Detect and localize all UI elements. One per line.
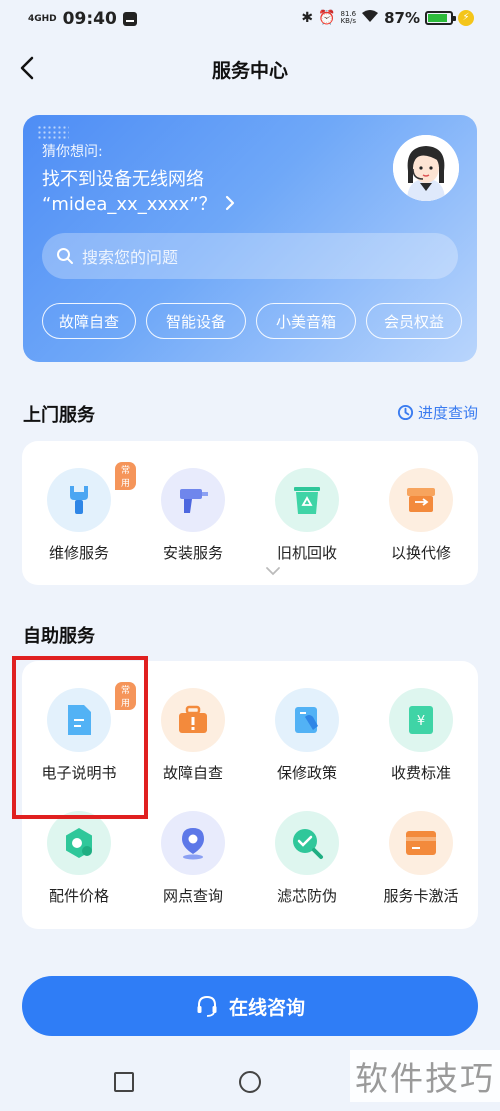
clock: 09:40 — [62, 9, 117, 29]
clock-icon — [397, 404, 414, 421]
onsite-item-repair[interactable]: 常用 维修服务 — [22, 462, 137, 563]
self-item-filter-verify[interactable]: 滤芯防伪 — [250, 811, 364, 906]
status-bar: 4GHD 09:40 ✱ ⏰ 81.6 KB/s 87% ⚡ — [0, 0, 500, 38]
outlet-query-icon-bg — [161, 811, 225, 875]
self-item-label: 收费标准 — [390, 764, 451, 782]
search-icon — [57, 248, 73, 264]
suggested-question-line1[interactable]: 找不到设备无线网络 — [42, 165, 204, 191]
self-item-warranty[interactable]: 保修政策 — [250, 688, 364, 783]
yuan-fee-icon: ¥ — [409, 706, 433, 734]
battery-icon — [425, 11, 456, 25]
parts-price-icon-bg — [47, 811, 111, 875]
headset-icon — [197, 995, 217, 1017]
exchange-box-icon — [407, 488, 435, 512]
online-consult-label: 在线咨询 — [228, 996, 305, 1019]
search-placeholder: 搜索您的问题 — [82, 248, 179, 267]
service-card-icon — [406, 831, 436, 855]
toolbox-alert-icon — [179, 705, 207, 733]
self-item-label: 服务卡激活 — [383, 887, 459, 905]
message-notification-icon — [122, 12, 137, 26]
self-item-label: 保修政策 — [276, 764, 337, 782]
quick-topic-chips: 故障自查 智能设备 小美音箱 会员权益 — [42, 303, 462, 339]
assistant-avatar[interactable] — [393, 135, 459, 201]
network-indicator: 4GHD — [28, 13, 57, 24]
home-button[interactable] — [239, 1071, 261, 1093]
onsite-item-label: 维修服务 — [48, 544, 109, 562]
guess-label: 猜你想问: — [42, 144, 103, 160]
charging-icon: ⚡ — [458, 10, 474, 26]
online-consult-button[interactable]: 在线咨询 — [22, 976, 478, 1036]
onsite-service-title: 上门服务 — [23, 405, 95, 426]
customer-service-avatar-icon — [393, 135, 459, 201]
self-item-label: 配件价格 — [48, 887, 109, 905]
alarm-icon: ⏰ — [318, 10, 336, 26]
suggested-question-text: “midea_xx_xxxx”？ — [42, 194, 217, 215]
chip-member-benefits[interactable]: 会员权益 — [366, 303, 462, 339]
install-icon-bg — [161, 468, 225, 532]
warranty-icon-bg — [275, 688, 339, 752]
chip-smart-devices[interactable]: 智能设备 — [146, 303, 246, 339]
watermark: 软件技巧 — [350, 1050, 500, 1102]
onsite-item-trade-in[interactable]: 以换代修 — [364, 468, 478, 563]
svg-text:¥: ¥ — [417, 714, 425, 729]
bluetooth-icon: ✱ — [301, 10, 314, 26]
magnifier-check-icon — [293, 829, 323, 859]
onsite-item-recycle[interactable]: 旧机回收 — [250, 468, 364, 563]
progress-query-label: 进度查询 — [417, 404, 478, 422]
recycle-bin-icon — [294, 487, 320, 514]
self-item-card-activation[interactable]: 服务卡激活 — [364, 811, 478, 906]
self-item-outlet-query[interactable]: 网点查询 — [136, 811, 250, 906]
trade-in-icon-bg — [389, 468, 453, 532]
onsite-item-label: 旧机回收 — [276, 544, 337, 562]
self-item-label: 网点查询 — [162, 887, 223, 905]
onsite-service-card: 常用 维修服务 安装服务 旧机回收 以换代修 — [22, 441, 478, 585]
self-item-parts-price[interactable]: 配件价格 — [22, 811, 136, 906]
drill-install-icon — [180, 489, 208, 513]
page-title: 服务中心 — [211, 60, 288, 82]
chevron-right-icon — [225, 195, 234, 211]
decorative-dots — [37, 125, 69, 139]
card-activation-icon-bg — [389, 811, 453, 875]
self-service-title: 自助服务 — [23, 626, 95, 647]
progress-query-link[interactable]: 进度查询 — [397, 402, 478, 423]
repair-icon-bg: 常用 — [47, 462, 137, 532]
battery-percent: 87% — [384, 9, 420, 27]
frequent-badge: 常用 — [115, 462, 137, 490]
annotation-highlight-box — [12, 656, 148, 819]
wifi-icon — [361, 9, 379, 27]
speed-unit: KB/s — [340, 17, 356, 25]
filter-verify-icon-bg — [275, 811, 339, 875]
wrench-repair-icon — [70, 486, 88, 514]
self-item-label: 故障自查 — [162, 764, 223, 782]
self-item-fault-check[interactable]: 故障自查 — [136, 688, 250, 783]
search-input[interactable]: 搜索您的问题 — [42, 233, 458, 279]
self-item-label: 滤芯防伪 — [276, 887, 337, 905]
location-pin-icon — [182, 828, 204, 860]
recent-apps-button[interactable] — [114, 1072, 134, 1092]
onsite-item-label: 以换代修 — [390, 544, 451, 562]
onsite-item-install[interactable]: 安装服务 — [136, 468, 250, 563]
fee-standard-icon-bg: ¥ — [389, 688, 453, 752]
network-speed: 81.6 KB/s — [341, 11, 357, 25]
self-item-fee-standard[interactable]: ¥ 收费标准 — [364, 688, 478, 783]
suggested-question-line2[interactable]: “midea_xx_xxxx”？ — [42, 190, 235, 216]
chevron-down-icon[interactable] — [265, 566, 281, 576]
fault-check-icon-bg — [161, 688, 225, 752]
parts-hexagon-icon — [66, 828, 92, 858]
faq-hero-card: 猜你想问: 找不到设备无线网络 “midea_xx_xxxx”？ 搜索您的问题 … — [23, 115, 477, 362]
chip-fault-self-check[interactable]: 故障自查 — [42, 303, 136, 339]
chip-xiaomei-speaker[interactable]: 小美音箱 — [256, 303, 356, 339]
recycle-icon-bg — [275, 468, 339, 532]
onsite-item-label: 安装服务 — [162, 544, 223, 562]
warranty-policy-icon — [295, 707, 318, 733]
